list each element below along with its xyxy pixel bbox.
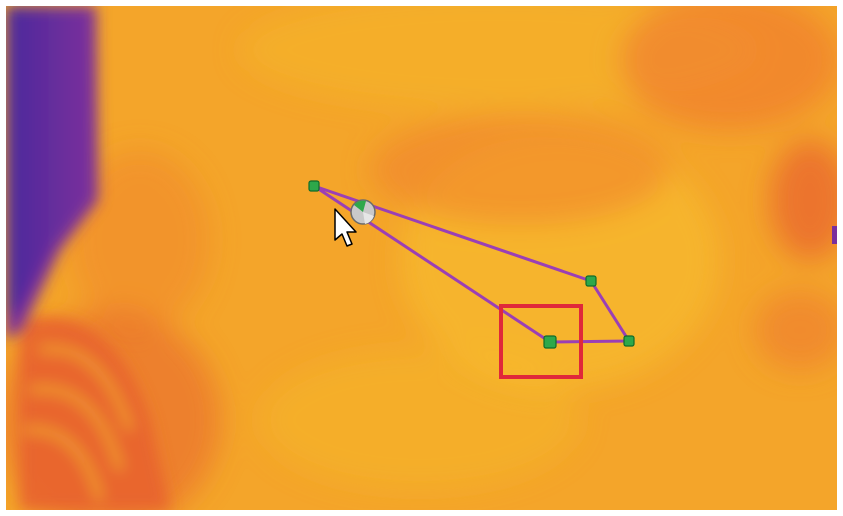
canvas-svg[interactable] bbox=[0, 0, 843, 516]
annotation-canvas[interactable] bbox=[0, 0, 843, 516]
orange-band-center bbox=[370, 115, 670, 225]
polygon-vertex-handle[interactable] bbox=[623, 335, 635, 347]
polygon-vertex-handle[interactable] bbox=[543, 335, 557, 349]
rotate-handle-icon[interactable] bbox=[350, 199, 376, 225]
orange-patch-right bbox=[755, 290, 837, 370]
warm-region-bottom bbox=[260, 350, 580, 490]
polygon-vertex-handle[interactable] bbox=[585, 275, 597, 287]
polygon-vertex-handle[interactable] bbox=[308, 180, 320, 192]
